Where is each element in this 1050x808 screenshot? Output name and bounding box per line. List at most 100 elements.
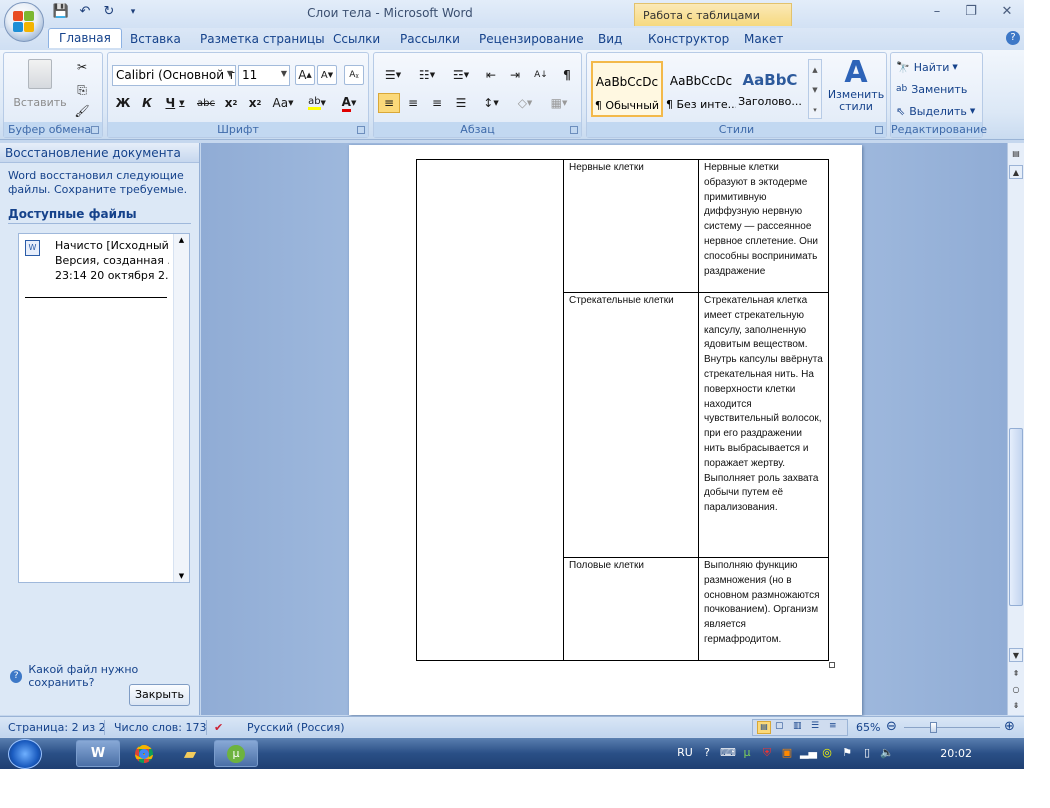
shading-button[interactable]: ◇ ▼ (510, 93, 540, 113)
multilevel-list-button[interactable]: ☲ ▼ (446, 65, 476, 85)
font-color-button[interactable]: A ▼ (334, 93, 364, 113)
font-name-combo[interactable]: Calibri (Основной те ▼ (112, 65, 236, 86)
style-normal[interactable]: AaBbCcDc ¶ Обычный (591, 61, 663, 117)
outline-view-icon[interactable]: ☰ (811, 721, 819, 731)
italic-button[interactable]: К (136, 93, 158, 113)
tab-insert[interactable]: Вставка (130, 30, 181, 50)
close-pane-button[interactable]: Закрыть (129, 684, 190, 706)
office-button[interactable] (4, 2, 44, 42)
utorrent-tray-icon[interactable]: µ (740, 746, 754, 760)
tab-layout[interactable]: Макет (744, 30, 783, 50)
table-cell-desc[interactable]: Стрекательная клетка имеет стрекательную… (698, 292, 829, 558)
zoom-slider[interactable] (904, 722, 1000, 733)
replace-button[interactable]: ab Заменить (895, 79, 979, 99)
volume-icon[interactable]: 🔈 (880, 746, 894, 760)
taskbar-utorrent-button[interactable]: µ (214, 740, 258, 767)
clipboard-launcher[interactable] (91, 126, 99, 134)
tab-view[interactable]: Вид (598, 30, 622, 50)
scroll-down-icon[interactable]: ▼ (174, 572, 189, 580)
paste-button[interactable]: Вставить (12, 57, 68, 117)
taskbar-word-button[interactable]: W (76, 740, 120, 767)
decrease-indent-button[interactable]: ⇤ (480, 65, 502, 85)
file-list-scrollbar[interactable]: ▲ ▼ (173, 234, 189, 582)
restore-button[interactable]: ❐ (956, 4, 986, 19)
borders-button[interactable]: ▦ ▼ (544, 93, 574, 113)
table-cell-name[interactable]: Стрекательные клетки (563, 292, 699, 558)
paragraph-launcher[interactable] (570, 126, 578, 134)
line-spacing-button[interactable]: ↕ ▼ (476, 93, 506, 113)
language-indicator[interactable]: Русский (Россия) (247, 721, 345, 734)
bullets-button[interactable]: ☰ ▼ (378, 65, 408, 85)
numbering-button[interactable]: ☷ ▼ (412, 65, 442, 85)
full-screen-view-icon[interactable]: ▢ (775, 721, 784, 731)
format-painter-icon[interactable]: 🖌 (72, 101, 92, 121)
find-button[interactable]: 🔭 Найти ▼ (895, 57, 979, 77)
select-button[interactable]: ⇖ Выделить ▼ (895, 101, 979, 121)
justify-button[interactable]: ☰ (450, 93, 472, 113)
app-tray-icon[interactable]: ▣ (780, 746, 794, 760)
zoom-out-icon[interactable]: ⊖ (886, 719, 897, 734)
next-page-icon[interactable]: ⇟ (1009, 699, 1023, 713)
tab-home[interactable]: Главная (48, 28, 122, 48)
antivirus-icon[interactable]: ⛨ (760, 746, 774, 760)
web-layout-view-icon[interactable]: ▥ (793, 721, 802, 731)
font-launcher[interactable] (357, 126, 365, 134)
scroll-down-button[interactable]: ▼ (1009, 648, 1023, 662)
page-indicator[interactable]: Страница: 2 из 2 (8, 721, 106, 734)
network-signal-icon[interactable]: ▂▄ (800, 746, 817, 760)
font-size-combo[interactable]: 11 ▼ (238, 65, 290, 86)
taskbar-chrome-button[interactable] (122, 740, 166, 767)
table-resize-handle[interactable] (829, 662, 835, 668)
align-right-button[interactable]: ≡ (426, 93, 448, 113)
cell-types-table[interactable]: Нервные клетки Нервные клетки образуют в… (416, 159, 829, 661)
table-cell-name[interactable]: Нервные клетки (563, 159, 699, 293)
change-styles-button[interactable]: A Изменить стили (827, 57, 885, 119)
scroll-thumb[interactable] (1009, 428, 1023, 606)
word-count[interactable]: Число слов: 173 (114, 721, 207, 734)
close-window-button[interactable]: ✕ (992, 4, 1022, 19)
table-cell-desc[interactable]: Нервные клетки образуют в эктодерме прим… (698, 159, 829, 293)
language-help-icon[interactable]: ? (700, 746, 714, 760)
ruler-toggle-icon[interactable]: ▤ (1009, 147, 1023, 161)
zoom-level[interactable]: 65% (856, 721, 880, 734)
align-center-button[interactable]: ≡ (402, 93, 424, 113)
tab-design[interactable]: Конструктор (648, 30, 729, 50)
safely-remove-icon[interactable]: ▯ (860, 746, 874, 760)
zoom-slider-thumb[interactable] (930, 722, 938, 733)
merged-empty-cell[interactable] (416, 159, 564, 661)
strikethrough-button[interactable]: abc (194, 93, 218, 113)
zoom-in-icon[interactable]: ⊕ (1004, 719, 1015, 734)
updates-icon[interactable]: ◎ (820, 746, 834, 760)
taskbar-explorer-button[interactable]: ▰ (168, 740, 212, 767)
styles-scroll[interactable]: ▲ ▼ ▾ (808, 59, 822, 119)
show-marks-button[interactable]: ¶ (556, 65, 578, 85)
sort-button[interactable]: A↓ (530, 65, 552, 85)
input-language[interactable]: RU (676, 746, 694, 760)
align-left-button[interactable]: ≡ (378, 93, 400, 113)
underline-button[interactable]: Ч ▼ (160, 93, 190, 113)
document-page[interactable]: Нервные клетки Нервные клетки образуют в… (349, 145, 862, 715)
select-browse-object-icon[interactable]: ○ (1009, 683, 1023, 697)
print-layout-view-icon[interactable]: ▤ (757, 721, 771, 734)
cut-icon[interactable]: ✂ (72, 57, 92, 77)
change-case-button[interactable]: Aa ▼ (268, 93, 298, 113)
clear-formatting-button[interactable]: Aᵪ (344, 65, 364, 85)
table-cell-desc[interactable]: Выполняю функцию размножения (но в основ… (698, 557, 829, 661)
tab-review[interactable]: Рецензирование (479, 30, 584, 50)
action-center-flag-icon[interactable]: ⚑ (840, 746, 854, 760)
bold-button[interactable]: Ж (112, 93, 134, 113)
styles-launcher[interactable] (875, 126, 883, 134)
tab-mailings[interactable]: Рассылки (400, 30, 460, 50)
help-icon[interactable]: ? (1006, 31, 1020, 45)
draft-view-icon[interactable]: ≡ (829, 721, 837, 731)
scroll-up-icon[interactable]: ▲ (174, 236, 189, 244)
style-heading[interactable]: AaBbC Заголово... (737, 61, 803, 117)
keyboard-icon[interactable]: ⌨ (720, 746, 736, 760)
previous-page-icon[interactable]: ⇞ (1009, 667, 1023, 681)
start-button[interactable] (8, 739, 42, 769)
vertical-scrollbar[interactable]: ▤ ▲ ▼ ⇞ ○ ⇟ (1007, 143, 1024, 715)
subscript-button[interactable]: x2 (220, 93, 242, 113)
tab-references[interactable]: Ссылки (333, 30, 380, 50)
tab-page-layout[interactable]: Разметка страницы (200, 30, 325, 50)
proofing-icon[interactable]: ✔ (214, 721, 223, 734)
